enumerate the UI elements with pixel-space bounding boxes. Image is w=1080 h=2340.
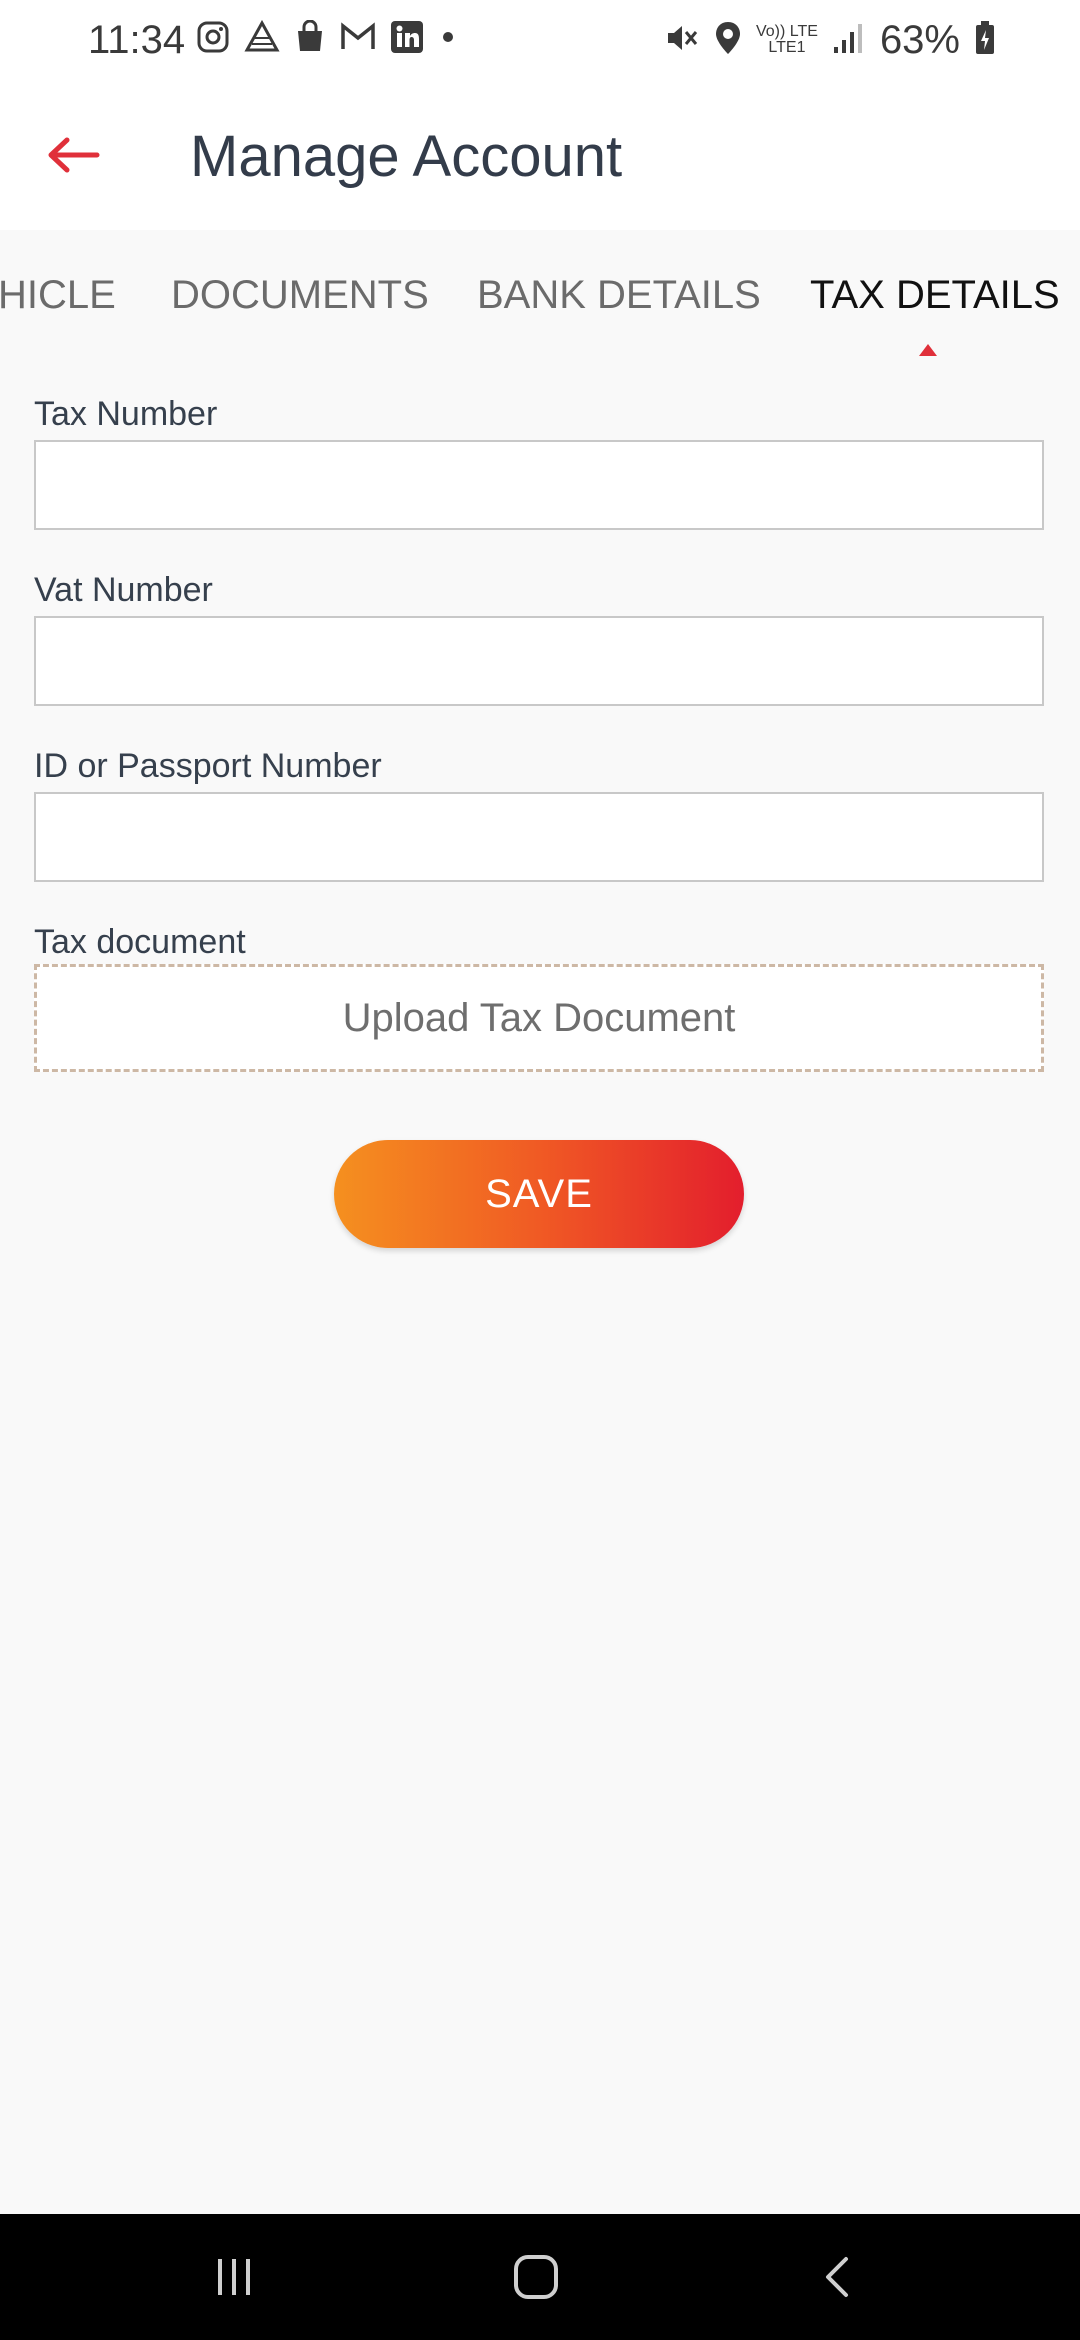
volte-top-label: Vo)) LTE	[755, 23, 818, 40]
location-icon	[714, 20, 742, 61]
gmail-icon	[340, 22, 376, 57]
status-bar: 11:34 Vo)) LTE LTE1 63%	[0, 0, 1080, 80]
tab-vehicle[interactable]: HICLE	[0, 272, 116, 318]
notification-dot-icon	[438, 20, 458, 59]
home-icon[interactable]	[496, 2244, 576, 2310]
drive-icon	[244, 19, 280, 59]
active-tab-indicator	[919, 344, 937, 356]
vat-number-input[interactable]	[34, 616, 1044, 706]
system-icons: Vo)) LTE LTE1 63%	[664, 18, 996, 62]
linkedin-icon	[390, 20, 424, 59]
tab-bar: HICLE DOCUMENTS BANK DETAILS TAX DETAILS	[0, 230, 1080, 360]
system-nav-bar	[0, 2214, 1080, 2340]
notification-icons	[196, 19, 458, 59]
tax-number-label: Tax Number	[34, 395, 218, 433]
volte-icon: Vo)) LTE LTE1	[756, 24, 818, 56]
volte-bottom-label: LTE1	[768, 39, 806, 56]
vat-number-label: Vat Number	[34, 571, 213, 609]
tab-bank-details[interactable]: BANK DETAILS	[477, 272, 761, 318]
app-bar: Manage Account	[0, 80, 1080, 230]
id-passport-label: ID or Passport Number	[34, 747, 382, 785]
shopping-bag-icon	[294, 19, 326, 59]
instagram-icon	[196, 20, 230, 59]
mute-icon	[664, 20, 700, 61]
recents-icon[interactable]	[194, 2244, 274, 2310]
battery-percentage: 63%	[879, 18, 960, 62]
back-icon[interactable]	[798, 2244, 878, 2310]
save-button[interactable]: SAVE	[334, 1140, 744, 1248]
upload-tax-document-label: Upload Tax Document	[342, 996, 736, 1040]
tax-document-label: Tax document	[34, 923, 246, 961]
tab-tax-details[interactable]: TAX DETAILS	[810, 272, 1060, 318]
tax-number-input[interactable]	[34, 440, 1044, 530]
save-button-label: SAVE	[485, 1172, 593, 1216]
back-arrow-icon[interactable]	[40, 122, 106, 188]
upload-tax-document-button[interactable]: Upload Tax Document	[34, 964, 1044, 1072]
signal-icon	[832, 21, 866, 60]
page-title: Manage Account	[190, 124, 623, 189]
tab-documents[interactable]: DOCUMENTS	[171, 272, 429, 318]
status-time: 11:34	[88, 18, 186, 62]
battery-icon	[974, 20, 996, 61]
id-passport-input[interactable]	[34, 792, 1044, 882]
